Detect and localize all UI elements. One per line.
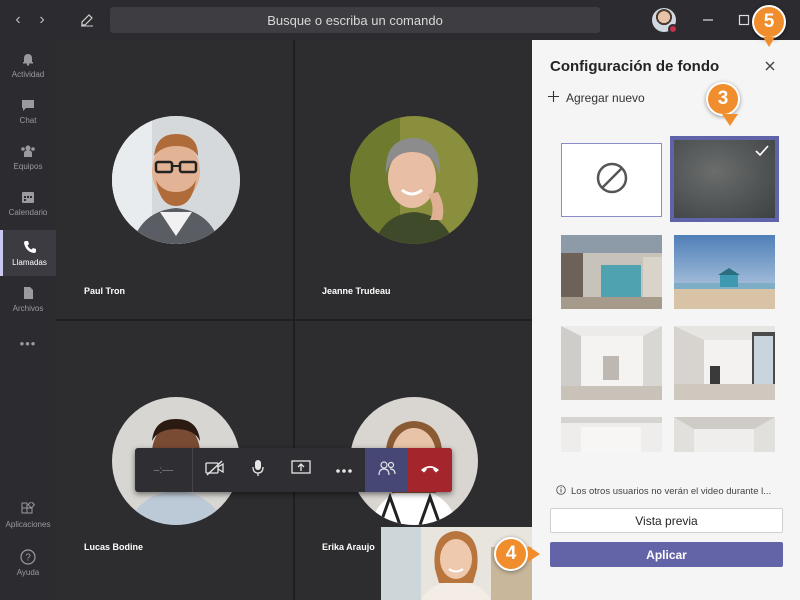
back-arrow-icon[interactable]: ‹ <box>8 10 28 30</box>
close-panel-button[interactable] <box>760 57 780 77</box>
rail-label: Equipos <box>13 162 43 171</box>
calendar-icon <box>20 189 36 205</box>
rail-label: Llamadas <box>12 258 47 267</box>
camera-off-icon <box>204 459 225 481</box>
apply-button[interactable]: Aplicar <box>550 542 783 567</box>
participant-name: Paul Tron <box>84 286 126 296</box>
search-input[interactable]: Busque o escriba un comando <box>110 7 600 33</box>
rail-item-chat[interactable]: Chat <box>0 88 56 134</box>
file-icon <box>20 285 36 301</box>
background-option-studio[interactable] <box>674 417 775 452</box>
chat-icon <box>20 97 36 113</box>
microphone-button[interactable] <box>236 448 279 492</box>
step-callout-3: 3 <box>706 82 740 116</box>
more-icon <box>335 461 353 479</box>
participant-name: Jeanne Trudeau <box>322 286 391 296</box>
rail-item-actividad[interactable]: Actividad <box>0 42 56 88</box>
share-screen-icon <box>290 459 311 481</box>
left-rail: Actividad Chat Equipos Calendario Llamad… <box>0 40 56 600</box>
share-screen-button[interactable] <box>279 448 322 492</box>
rail-label: Calendario <box>8 208 48 217</box>
bell-icon <box>20 51 36 67</box>
callout-pointer <box>763 37 775 47</box>
more-apps-button[interactable]: ••• <box>0 320 56 366</box>
rail-label: Chat <box>19 116 37 125</box>
participant-name: Lucas Bodine <box>84 542 144 552</box>
rail-item-equipos[interactable]: Equipos <box>0 134 56 180</box>
rail-item-aplicaciones[interactable]: Aplicaciones <box>0 492 56 538</box>
plus-icon <box>548 91 559 105</box>
blur-thumbnail <box>674 140 775 218</box>
rail-label: Aplicaciones <box>5 520 51 529</box>
info-icon <box>556 485 566 498</box>
rail-label: Actividad <box>11 70 45 79</box>
compose-icon[interactable] <box>76 9 98 31</box>
rail-item-archivos[interactable]: Archivos <box>0 276 56 322</box>
background-option-loft[interactable] <box>561 417 662 452</box>
participant-avatar <box>112 116 240 244</box>
callout-pointer <box>722 114 738 126</box>
callout-pointer <box>528 546 540 562</box>
add-new-background-button[interactable]: Agregar nuevo <box>548 91 645 105</box>
participant-tile[interactable]: Paul Tron <box>56 40 293 319</box>
camera-off-button[interactable] <box>193 448 236 492</box>
apps-icon <box>20 501 36 517</box>
background-settings-panel: Configuración de fondo Agregar nuevo Los… <box>532 40 800 600</box>
info-note: Los otros usuarios no verán el video dur… <box>556 485 788 498</box>
participant-name: Erika Araujo <box>322 542 375 552</box>
info-note-text: Los otros usuarios no verán el video dur… <box>571 486 772 497</box>
phone-icon <box>22 239 38 255</box>
participants-button[interactable] <box>365 448 408 492</box>
participants-icon <box>377 460 396 481</box>
teams-icon <box>20 143 36 159</box>
forward-arrow-icon[interactable]: › <box>32 10 52 30</box>
more-options-button[interactable] <box>322 448 365 492</box>
background-option-hallway[interactable] <box>674 326 775 400</box>
minimize-icon[interactable] <box>696 8 720 32</box>
rail-item-calendario[interactable]: Calendario <box>0 180 56 226</box>
background-option-blur[interactable] <box>670 136 779 222</box>
step-callout-5: 5 <box>752 5 786 39</box>
preview-button[interactable]: Vista previa <box>550 508 783 533</box>
rail-label: Ayuda <box>16 568 40 577</box>
svg-text:?: ? <box>25 553 31 564</box>
title-bar: ‹ › Busque o escriba un comando <box>0 0 800 40</box>
no-background-icon <box>595 161 629 200</box>
background-option-room[interactable] <box>561 326 662 400</box>
video-stage: Paul Tron Jeanne Trudeau Lucas Bodine Er… <box>56 40 532 600</box>
rail-label: Archivos <box>12 304 44 313</box>
avatar[interactable] <box>652 8 678 34</box>
background-option-office[interactable] <box>561 235 662 309</box>
participant-tile[interactable]: Jeanne Trudeau <box>295 40 532 319</box>
background-option-beach[interactable] <box>674 235 775 309</box>
microphone-icon <box>251 459 265 482</box>
status-badge <box>668 24 678 34</box>
hang-up-button[interactable] <box>408 448 452 492</box>
participant-avatar <box>350 116 478 244</box>
hang-up-icon <box>420 461 440 479</box>
help-icon: ? <box>20 549 36 565</box>
checkmark-icon <box>755 144 769 162</box>
call-timer: –:–– <box>135 448 193 492</box>
call-controls-bar: –:–– <box>135 448 452 492</box>
close-icon <box>765 58 775 76</box>
panel-title: Configuración de fondo <box>550 58 720 75</box>
rail-item-ayuda[interactable]: ? Ayuda <box>0 540 56 586</box>
step-callout-4: 4 <box>494 537 528 571</box>
add-new-label: Agregar nuevo <box>566 91 645 105</box>
rail-item-llamadas[interactable]: Llamadas <box>0 230 56 276</box>
background-option-none[interactable] <box>561 143 662 217</box>
